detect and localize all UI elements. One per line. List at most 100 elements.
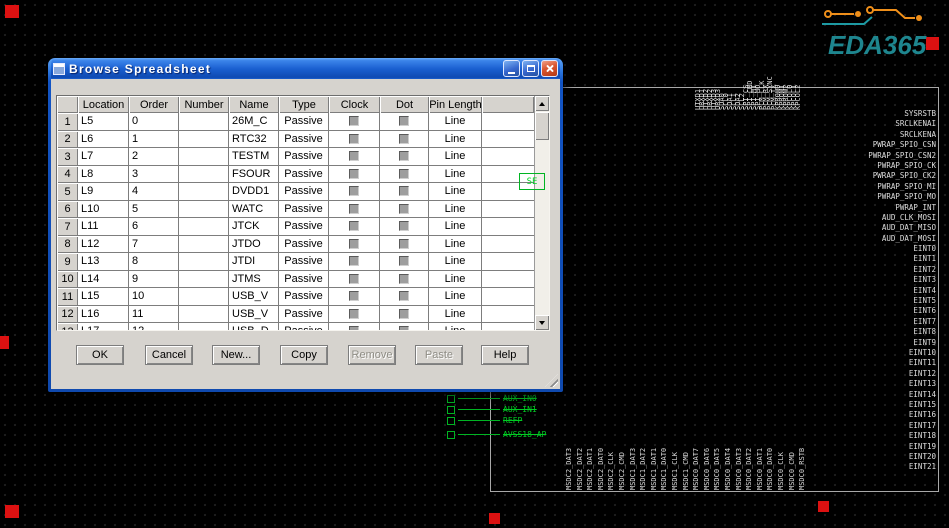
vertical-scrollbar[interactable] — [534, 96, 549, 330]
cell-order[interactable]: 11 — [129, 306, 179, 324]
cell-dot[interactable] — [380, 113, 429, 131]
column-header-type[interactable]: Type — [279, 96, 329, 113]
row-number-cell[interactable]: 6 — [57, 201, 78, 219]
cell-location[interactable]: L7 — [78, 148, 129, 166]
cell-number[interactable] — [179, 271, 229, 289]
row-number-cell[interactable]: 1 — [57, 113, 78, 131]
cell-dot[interactable] — [380, 131, 429, 149]
row-number-cell[interactable]: 5 — [57, 183, 78, 201]
row-number-cell[interactable]: 3 — [57, 148, 78, 166]
cell-type[interactable]: Passive — [279, 166, 329, 184]
cell-clock[interactable] — [329, 323, 380, 330]
cancel-button[interactable]: Cancel — [145, 345, 193, 365]
row-number-cell[interactable]: 8 — [57, 236, 78, 254]
copy-button[interactable]: Copy — [280, 345, 328, 365]
cell-pin-length[interactable]: Line — [429, 288, 482, 306]
clock-checkbox[interactable] — [349, 239, 359, 249]
dot-checkbox[interactable] — [399, 256, 409, 266]
row-number-cell[interactable]: 4 — [57, 166, 78, 184]
cell-name[interactable]: JTMS — [229, 271, 279, 289]
dot-checkbox[interactable] — [399, 134, 409, 144]
cell-location[interactable]: L14 — [78, 271, 129, 289]
cell-dot[interactable] — [380, 271, 429, 289]
cell-order[interactable]: 7 — [129, 236, 179, 254]
cell-order[interactable]: 10 — [129, 288, 179, 306]
minimize-button[interactable] — [503, 60, 520, 77]
row-number-cell[interactable]: 13 — [57, 323, 78, 330]
dot-checkbox[interactable] — [399, 116, 409, 126]
cell-name[interactable]: RTC32 — [229, 131, 279, 149]
cell-number[interactable] — [179, 236, 229, 254]
cell-dot[interactable] — [380, 306, 429, 324]
clock-checkbox[interactable] — [349, 116, 359, 126]
cell-order[interactable]: 6 — [129, 218, 179, 236]
cell-type[interactable]: Passive — [279, 271, 329, 289]
cell-type[interactable]: Passive — [279, 113, 329, 131]
cell-clock[interactable] — [329, 288, 380, 306]
cell-number[interactable] — [179, 113, 229, 131]
cell-pin-length[interactable]: Line — [429, 183, 482, 201]
cell-number[interactable] — [179, 131, 229, 149]
row-number-cell[interactable]: 10 — [57, 271, 78, 289]
cell-location[interactable]: L10 — [78, 201, 129, 219]
cell-pin-length[interactable]: Line — [429, 271, 482, 289]
cell-order[interactable]: 5 — [129, 201, 179, 219]
cell-location[interactable]: L5 — [78, 113, 129, 131]
cell-type[interactable]: Passive — [279, 288, 329, 306]
cell-type[interactable]: Passive — [279, 236, 329, 254]
cell-number[interactable] — [179, 323, 229, 330]
cell-name[interactable]: USB_V — [229, 306, 279, 324]
column-header-pin-length[interactable]: Pin Length — [429, 96, 482, 113]
cell-dot[interactable] — [380, 201, 429, 219]
cell-clock[interactable] — [329, 201, 380, 219]
cell-type[interactable]: Passive — [279, 253, 329, 271]
column-header-name[interactable]: Name — [229, 96, 279, 113]
cell-type[interactable]: Passive — [279, 323, 329, 330]
cell-order[interactable]: 4 — [129, 183, 179, 201]
cell-name[interactable]: 26M_C — [229, 113, 279, 131]
new-button[interactable]: New... — [212, 345, 260, 365]
cell-type[interactable]: Passive — [279, 131, 329, 149]
cell-pin-length[interactable]: Line — [429, 236, 482, 254]
cell-pin-length[interactable]: Line — [429, 253, 482, 271]
clock-checkbox[interactable] — [349, 134, 359, 144]
column-header-dot[interactable]: Dot — [380, 96, 429, 113]
cell-type[interactable]: Passive — [279, 183, 329, 201]
cell-pin-length[interactable]: Line — [429, 166, 482, 184]
cell-clock[interactable] — [329, 131, 380, 149]
cell-pin-length[interactable]: Line — [429, 218, 482, 236]
maximize-button[interactable] — [522, 60, 539, 77]
cell-clock[interactable] — [329, 253, 380, 271]
cell-dot[interactable] — [380, 323, 429, 330]
scrollbar-thumb[interactable] — [535, 112, 549, 140]
dialog-titlebar[interactable]: Browse Spreadsheet — [51, 58, 560, 79]
cell-clock[interactable] — [329, 113, 380, 131]
cell-dot[interactable] — [380, 236, 429, 254]
dot-checkbox[interactable] — [399, 151, 409, 161]
cell-name[interactable]: JTDI — [229, 253, 279, 271]
scroll-up-button[interactable] — [535, 96, 549, 111]
clock-checkbox[interactable] — [349, 186, 359, 196]
scroll-down-button[interactable] — [535, 315, 549, 330]
cell-pin-length[interactable]: Line — [429, 131, 482, 149]
cell-location[interactable]: L12 — [78, 236, 129, 254]
cell-location[interactable]: L15 — [78, 288, 129, 306]
dot-checkbox[interactable] — [399, 204, 409, 214]
dot-checkbox[interactable] — [399, 186, 409, 196]
cell-clock[interactable] — [329, 166, 380, 184]
cell-name[interactable]: JTDO — [229, 236, 279, 254]
clock-checkbox[interactable] — [349, 291, 359, 301]
cell-order[interactable]: 2 — [129, 148, 179, 166]
cell-clock[interactable] — [329, 183, 380, 201]
cell-dot[interactable] — [380, 218, 429, 236]
dot-checkbox[interactable] — [399, 326, 409, 330]
cell-type[interactable]: Passive — [279, 201, 329, 219]
clock-checkbox[interactable] — [349, 309, 359, 319]
clock-checkbox[interactable] — [349, 256, 359, 266]
dot-checkbox[interactable] — [399, 239, 409, 249]
clock-checkbox[interactable] — [349, 151, 359, 161]
cell-location[interactable]: L11 — [78, 218, 129, 236]
clock-checkbox[interactable] — [349, 274, 359, 284]
dot-checkbox[interactable] — [399, 291, 409, 301]
dot-checkbox[interactable] — [399, 221, 409, 231]
